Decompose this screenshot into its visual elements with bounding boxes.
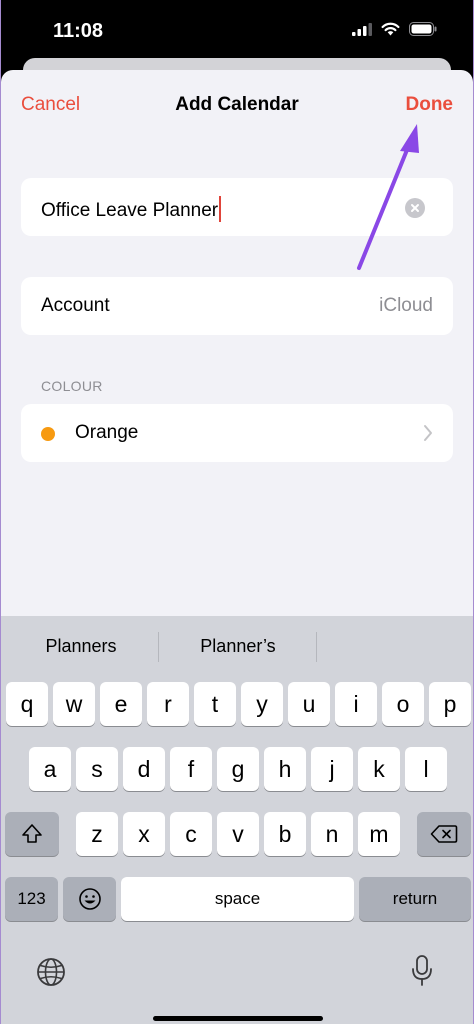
wifi-icon — [381, 22, 400, 36]
calendar-name-value: Office Leave Planner — [41, 200, 219, 221]
key-n[interactable]: n — [311, 812, 353, 856]
space-key[interactable]: space — [121, 877, 354, 921]
key-q[interactable]: q — [6, 682, 48, 726]
status-bar: 11:08 — [1, 0, 473, 62]
calendar-name-field[interactable]: Office Leave Planner — [21, 178, 453, 236]
suggestion-divider — [158, 632, 159, 662]
key-f[interactable]: f — [170, 747, 212, 791]
key-x[interactable]: x — [123, 812, 165, 856]
key-c[interactable]: c — [170, 812, 212, 856]
clear-text-button[interactable] — [405, 198, 425, 218]
colour-value: Orange — [75, 422, 139, 443]
shift-icon — [22, 824, 42, 843]
done-button[interactable]: Done — [406, 94, 454, 116]
key-g[interactable]: g — [217, 747, 259, 791]
suggestion-planners-possessive[interactable]: Planner’s — [163, 636, 313, 657]
microphone-icon[interactable] — [411, 954, 433, 988]
shift-key[interactable] — [5, 812, 59, 856]
key-y[interactable]: y — [241, 682, 283, 726]
numbers-key[interactable]: 123 — [5, 877, 58, 921]
key-r[interactable]: r — [147, 682, 189, 726]
status-time: 11:08 — [53, 20, 104, 42]
home-indicator — [153, 1016, 323, 1021]
backspace-key[interactable] — [417, 812, 471, 856]
text-caret — [219, 196, 222, 222]
colour-row[interactable]: Orange — [21, 404, 453, 462]
calendar-name-input[interactable]: Office Leave Planner — [41, 196, 222, 222]
keyboard: Planners Planner’s qwertyuiop asdfghjkl … — [1, 616, 473, 1024]
key-k[interactable]: k — [358, 747, 400, 791]
key-w[interactable]: w — [53, 682, 95, 726]
clear-icon — [411, 204, 419, 212]
key-o[interactable]: o — [382, 682, 424, 726]
colour-swatch — [41, 427, 55, 441]
key-h[interactable]: h — [264, 747, 306, 791]
key-z[interactable]: z — [76, 812, 118, 856]
key-v[interactable]: v — [217, 812, 259, 856]
signal-icon — [352, 22, 372, 36]
key-p[interactable]: p — [429, 682, 471, 726]
page-title: Add Calendar — [175, 94, 299, 115]
battery-icon — [409, 22, 437, 36]
key-t[interactable]: t — [194, 682, 236, 726]
key-m[interactable]: m — [358, 812, 400, 856]
key-s[interactable]: s — [76, 747, 118, 791]
globe-icon[interactable] — [35, 956, 67, 988]
key-j[interactable]: j — [311, 747, 353, 791]
suggestion-divider — [316, 632, 317, 662]
suggestion-bar: Planners Planner’s — [1, 616, 473, 678]
suggestion-planners[interactable]: Planners — [6, 636, 156, 657]
key-d[interactable]: d — [123, 747, 165, 791]
key-u[interactable]: u — [288, 682, 330, 726]
backspace-icon — [430, 825, 458, 843]
colour-section-header: COLOUR — [41, 378, 103, 394]
chevron-right-icon — [424, 425, 432, 441]
account-value: iCloud — [379, 295, 433, 316]
key-l[interactable]: l — [405, 747, 447, 791]
key-i[interactable]: i — [335, 682, 377, 726]
key-e[interactable]: e — [100, 682, 142, 726]
emoji-key[interactable] — [63, 877, 116, 921]
account-label: Account — [41, 295, 110, 316]
status-icons — [352, 22, 437, 36]
key-a[interactable]: a — [29, 747, 71, 791]
account-row[interactable]: Account iCloud — [21, 277, 453, 335]
key-b[interactable]: b — [264, 812, 306, 856]
emoji-icon — [78, 888, 101, 910]
return-key[interactable]: return — [359, 877, 471, 921]
